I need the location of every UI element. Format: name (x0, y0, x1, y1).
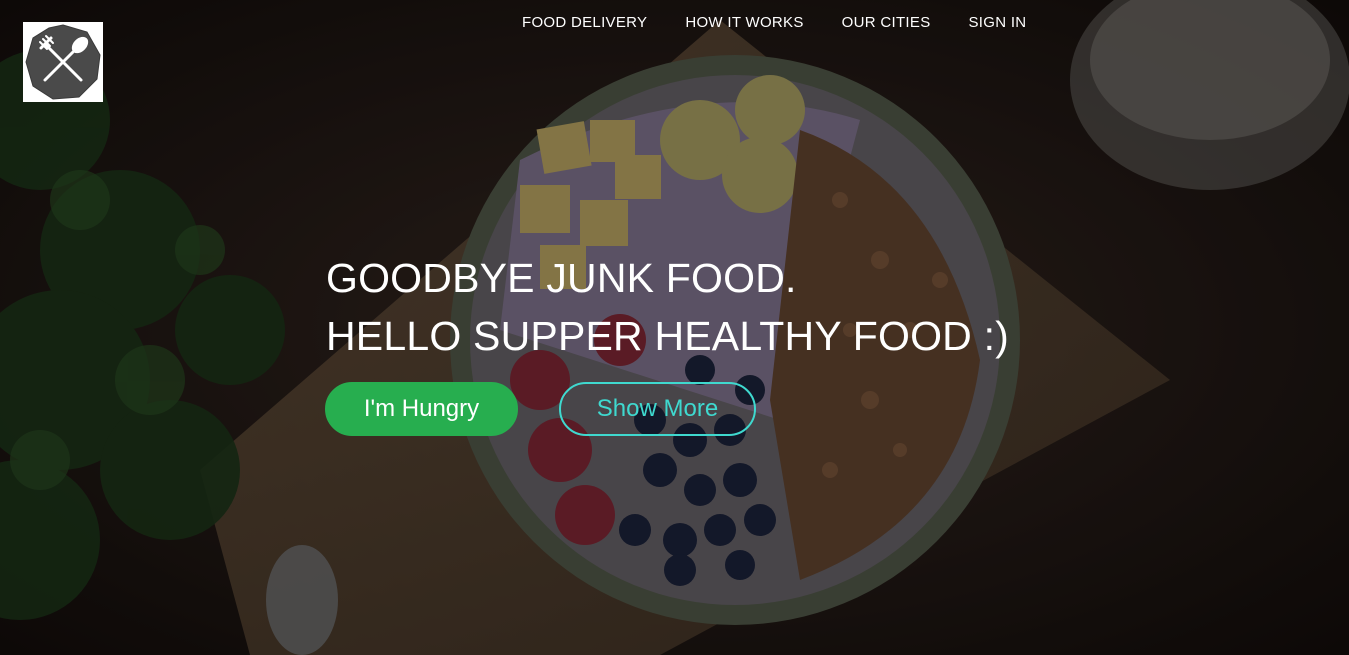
nav-item-sign-in[interactable]: SIGN IN (950, 14, 1046, 32)
nav-item-our-cities[interactable]: OUR CITIES (823, 14, 950, 32)
headline-line-2: HELLO SUPPER HEALTHY FOOD :) (326, 313, 1010, 359)
show-more-button[interactable]: Show More (559, 382, 756, 436)
headline-line-1: GOODBYE JUNK FOOD. (326, 255, 797, 301)
site-logo[interactable] (23, 22, 103, 102)
im-hungry-button[interactable]: I'm Hungry (325, 382, 518, 436)
hero-section: FOOD DELIVERY HOW IT WORKS OUR CITIES SI… (0, 0, 1349, 655)
main-nav: FOOD DELIVERY HOW IT WORKS OUR CITIES SI… (503, 14, 1045, 32)
fork-and-spoon-icon (25, 24, 101, 100)
nav-item-food-delivery[interactable]: FOOD DELIVERY (503, 14, 666, 32)
hero-headline: GOODBYE JUNK FOOD. HELLO SUPPER HEALTHY … (326, 249, 1009, 365)
nav-item-how-it-works[interactable]: HOW IT WORKS (666, 14, 822, 32)
